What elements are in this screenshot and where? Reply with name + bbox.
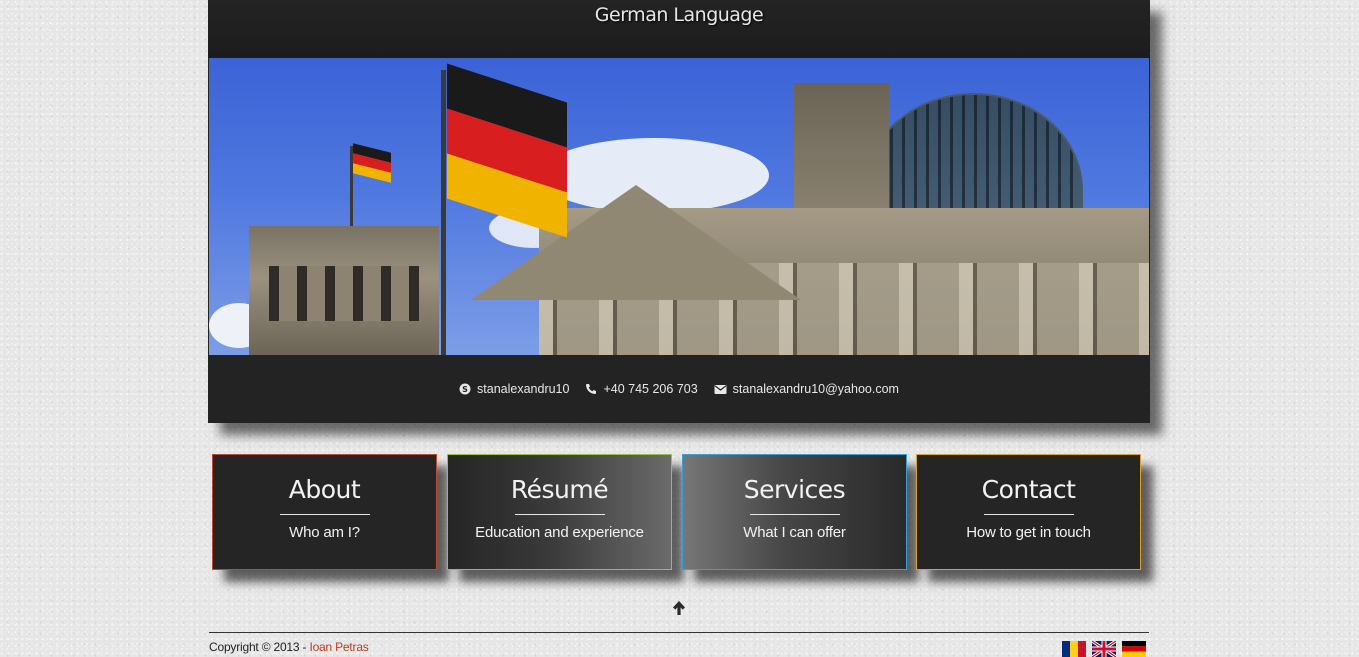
tile-title: Services — [743, 475, 846, 504]
author-link[interactable]: Ioan Petras — [309, 640, 368, 654]
tile-subtitle: What I can offer — [743, 524, 846, 541]
phone-icon — [585, 383, 597, 395]
tile-subtitle: Education and experience — [475, 524, 644, 541]
tile-title: Résumé — [510, 475, 609, 504]
skype-icon: S — [459, 383, 471, 395]
contact-phone[interactable]: +40 745 206 703 — [585, 382, 698, 396]
contact-email[interactable]: stanalexandru10@yahoo.com — [714, 382, 899, 396]
hero-tower — [249, 226, 439, 355]
tile-divider — [749, 514, 840, 515]
footer-divider — [209, 632, 1149, 633]
phone-number: +40 745 206 703 — [603, 382, 698, 396]
arrow-up-icon — [670, 601, 688, 621]
tile-divider — [279, 514, 370, 515]
tile-title: Contact — [981, 475, 1076, 504]
svg-text:S: S — [462, 385, 468, 394]
email-address: stanalexandru10@yahoo.com — [732, 382, 899, 396]
header-card: German Language S stanalexandru10 +40 74… — [208, 0, 1150, 423]
nav-tile-services[interactable]: Services What I can offer — [682, 454, 907, 570]
nav-tile-about[interactable]: About Who am I? — [212, 454, 437, 570]
uk-flag-icon[interactable] — [1092, 641, 1116, 657]
hero-image — [209, 58, 1149, 355]
envelope-icon — [714, 384, 727, 395]
tile-title: About — [288, 475, 361, 504]
contact-bar: S stanalexandru10 +40 745 206 703 stanal… — [208, 355, 1150, 423]
contact-skype[interactable]: S stanalexandru10 — [459, 382, 569, 396]
back-to-top-button[interactable] — [670, 599, 688, 617]
tile-subtitle: How to get in touch — [966, 524, 1091, 541]
hero-german-flag — [447, 63, 567, 238]
german-flag-icon[interactable] — [1122, 641, 1146, 657]
nav-tile-resume[interactable]: Résumé Education and experience — [447, 454, 672, 570]
hero-flagpole — [441, 70, 446, 355]
nav-tile-contact[interactable]: Contact How to get in touch — [916, 454, 1141, 570]
copyright-notice: Copyright © 2013 - Ioan Petras — [209, 640, 369, 654]
tile-subtitle: Who am I? — [289, 524, 360, 541]
romanian-flag-icon[interactable] — [1062, 641, 1086, 657]
tile-divider — [514, 514, 605, 515]
page-title: German Language — [208, 0, 1150, 58]
skype-handle: stanalexandru10 — [477, 382, 570, 396]
copyright-text: Copyright © 2013 - — [209, 640, 307, 654]
language-switcher — [1062, 641, 1146, 657]
tile-divider — [983, 514, 1074, 515]
hero-german-flag — [353, 143, 391, 183]
